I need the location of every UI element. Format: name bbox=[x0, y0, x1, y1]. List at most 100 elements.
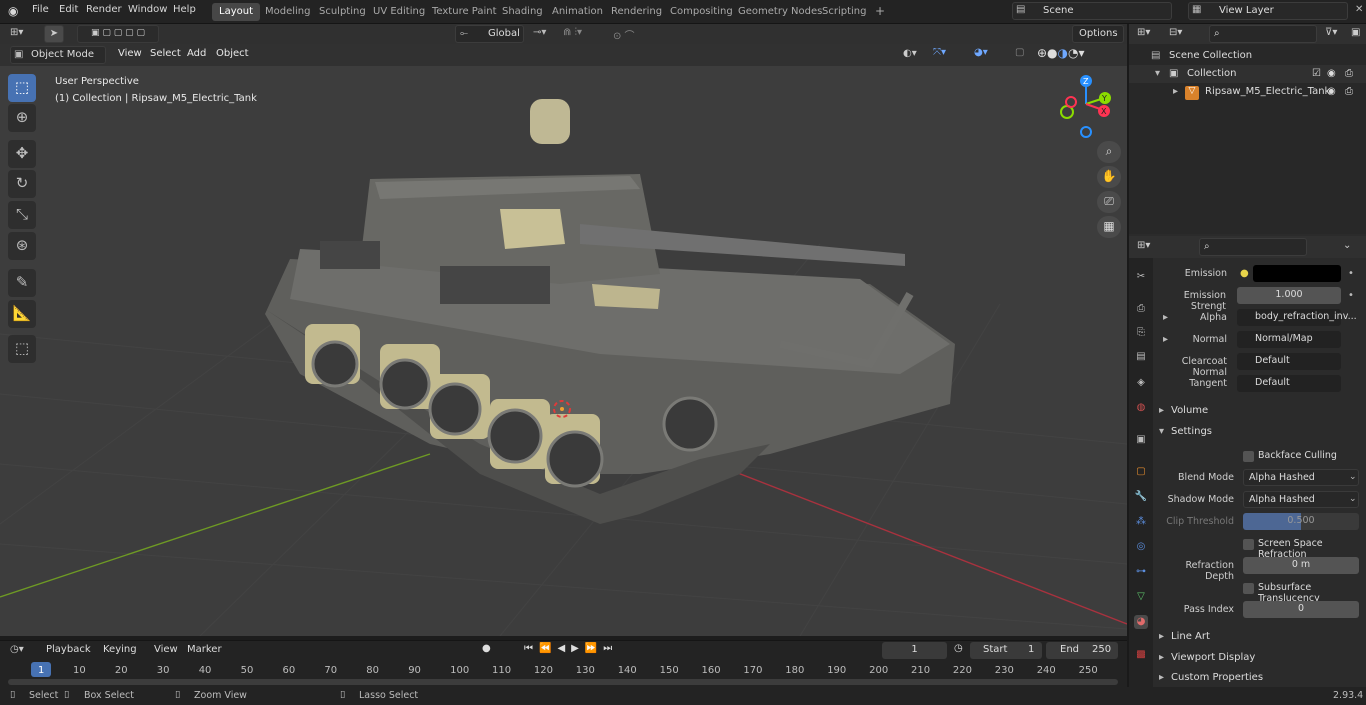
material-tab-icon[interactable]: ◕ bbox=[1134, 615, 1148, 629]
tab-shading[interactable]: Shading bbox=[495, 3, 550, 21]
timeline-scrollbar[interactable] bbox=[8, 679, 1118, 685]
proportional-edit-icon[interactable]: ⊙ ⌒ bbox=[613, 27, 635, 42]
end-frame-field[interactable]: End 250 bbox=[1046, 642, 1118, 659]
tangent-field[interactable]: Default bbox=[1237, 375, 1341, 392]
emission-color-swatch[interactable] bbox=[1253, 265, 1341, 282]
expand-icon[interactable]: ▸ bbox=[1159, 672, 1164, 683]
tab-sculpting[interactable]: Sculpting bbox=[312, 3, 373, 21]
new-collection-icon[interactable]: ▣ bbox=[1351, 27, 1360, 38]
alpha-field[interactable]: body_refraction_inv... bbox=[1237, 309, 1357, 326]
output-tab-icon[interactable]: ⎘ bbox=[1134, 326, 1148, 340]
refraction-depth-field[interactable]: 0 m bbox=[1243, 557, 1359, 574]
menu-file[interactable]: File bbox=[32, 4, 49, 15]
select-tool-icon[interactable]: ➤ bbox=[44, 25, 64, 43]
rotate-tool-icon[interactable]: ↻ bbox=[8, 170, 36, 198]
display-mode-icon[interactable]: ⊟▾ bbox=[1169, 27, 1182, 38]
outliner-row-collection[interactable]: ▾ ▣ Collection ☑ ◉ ⎙ bbox=[1129, 65, 1366, 83]
ssr-checkbox[interactable] bbox=[1243, 539, 1254, 550]
menu-render[interactable]: Render bbox=[86, 4, 122, 15]
render-icon[interactable]: ⎙ bbox=[1345, 68, 1353, 79]
emission-strength-field[interactable]: 1.000 bbox=[1237, 287, 1341, 304]
shading-mode-icons[interactable]: ⊕●◑◔▾ bbox=[1037, 46, 1085, 60]
render-tab-icon[interactable]: ⎙ bbox=[1134, 302, 1148, 316]
outliner-row-scene-collection[interactable]: ▤ Scene Collection bbox=[1129, 47, 1366, 65]
clip-threshold-slider[interactable]: 0.500 bbox=[1243, 513, 1359, 530]
properties-editor-icon[interactable]: ⊞▾ bbox=[1137, 240, 1150, 251]
backface-culling-checkbox[interactable] bbox=[1243, 451, 1254, 462]
navigation-gizmo[interactable]: Z Y X bbox=[1055, 72, 1117, 138]
world-tab-icon[interactable]: ◍ bbox=[1134, 401, 1148, 415]
outliner-editor-icon[interactable]: ⊞▾ bbox=[1137, 27, 1150, 38]
properties-search[interactable]: ⌕ bbox=[1199, 238, 1307, 256]
modifier-tab-icon[interactable]: 🔧 bbox=[1134, 490, 1148, 504]
scale-tool-icon[interactable]: ⤡ bbox=[8, 201, 36, 229]
mode-selector[interactable]: Object Mode bbox=[10, 46, 106, 64]
outliner-search[interactable]: ⌕ bbox=[1209, 25, 1317, 43]
timeline-editor-icon[interactable]: ◷▾ bbox=[10, 644, 24, 655]
selection-mode-buttons[interactable]: ▣ ▢ ▢ ▢ ▢ bbox=[77, 25, 159, 43]
record-icon[interactable]: ● bbox=[482, 643, 491, 654]
filter-icon[interactable]: ⊽▾ bbox=[1325, 27, 1337, 38]
move-tool-icon[interactable]: ✥ bbox=[8, 140, 36, 168]
blender-logo-icon[interactable]: ◉ bbox=[8, 4, 18, 18]
overlay-icon[interactable]: ◕▾ bbox=[974, 47, 988, 58]
3d-viewport[interactable] bbox=[0, 44, 1127, 636]
current-frame-field[interactable]: 1 bbox=[882, 642, 947, 659]
keyframe-dot-icon[interactable]: • bbox=[1348, 290, 1354, 301]
editor-type-icon[interactable]: ⊞▾ bbox=[10, 27, 23, 38]
blend-mode-dropdown[interactable]: Alpha Hashed bbox=[1243, 469, 1359, 486]
menu-help[interactable]: Help bbox=[173, 4, 196, 15]
tab-animation[interactable]: Animation bbox=[545, 3, 610, 21]
tab-uv-editing[interactable]: UV Editing bbox=[366, 3, 432, 21]
tool-tab-icon[interactable]: ✂ bbox=[1134, 270, 1148, 284]
expand-icon[interactable]: ▸ bbox=[1159, 652, 1164, 663]
select-menu[interactable]: Select bbox=[150, 48, 181, 59]
menu-edit[interactable]: Edit bbox=[59, 4, 78, 15]
transform-tool-icon[interactable]: ⊛ bbox=[8, 232, 36, 260]
keyframe-dot-icon[interactable]: • bbox=[1348, 268, 1354, 279]
options-dropdown[interactable]: Options bbox=[1072, 25, 1124, 43]
measure-tool-icon[interactable]: 📐 bbox=[8, 300, 36, 328]
pivot-icon[interactable]: ⊸▾ bbox=[533, 27, 546, 38]
scene-selector[interactable]: Scene bbox=[1012, 2, 1172, 20]
particles-tab-icon[interactable]: ⁂ bbox=[1134, 515, 1148, 529]
visibility-icon[interactable]: ◐▾ bbox=[903, 48, 917, 59]
expand-icon[interactable]: ▸ bbox=[1159, 631, 1164, 642]
tab-texture-paint[interactable]: Texture Paint bbox=[425, 3, 504, 21]
eye-icon[interactable]: ◉ bbox=[1327, 86, 1336, 97]
tab-rendering[interactable]: Rendering bbox=[604, 3, 669, 21]
eye-icon[interactable]: ◉ bbox=[1327, 68, 1336, 79]
options-chevron-icon[interactable]: ⌄ bbox=[1343, 240, 1351, 251]
timeline-view-menu[interactable]: View bbox=[154, 644, 178, 655]
collapse-icon[interactable]: ▾ bbox=[1159, 426, 1164, 437]
zoom-icon[interactable]: ⌕ bbox=[1097, 141, 1121, 163]
data-tab-icon[interactable]: ▽ bbox=[1134, 590, 1148, 604]
start-frame-field[interactable]: Start 1 bbox=[970, 642, 1042, 659]
add-cube-tool-icon[interactable]: ⬚ bbox=[8, 335, 36, 363]
add-workspace-icon[interactable]: + bbox=[868, 1, 892, 19]
volume-section[interactable]: Volume bbox=[1171, 405, 1208, 416]
expand-icon[interactable]: ▾ bbox=[1155, 68, 1160, 79]
viewport-display-section[interactable]: Viewport Display bbox=[1171, 652, 1255, 663]
collection-tab-icon[interactable]: ▣ bbox=[1134, 433, 1148, 447]
keying-menu[interactable]: Keying bbox=[103, 644, 137, 655]
tab-modeling[interactable]: Modeling bbox=[258, 3, 318, 21]
texture-tab-icon[interactable]: ▩ bbox=[1134, 648, 1148, 662]
select-box-tool-icon[interactable]: ⬚ bbox=[8, 74, 36, 102]
gizmo-icon[interactable]: ⤧▾ bbox=[933, 47, 946, 58]
expand-icon[interactable]: ▸ bbox=[1173, 86, 1178, 97]
ortho-grid-icon[interactable]: ▦ bbox=[1097, 216, 1121, 238]
shadow-mode-dropdown[interactable]: Alpha Hashed bbox=[1243, 491, 1359, 508]
pass-index-field[interactable]: 0 bbox=[1243, 601, 1359, 618]
scene-tab-icon[interactable]: ◈ bbox=[1134, 376, 1148, 390]
outliner-row-object[interactable]: ▸ ▽ Ripsaw_M5_Electric_Tank ◉ ⎙ bbox=[1129, 83, 1366, 101]
constraints-tab-icon[interactable]: ⊶ bbox=[1134, 565, 1148, 579]
camera-icon[interactable]: ⎚ bbox=[1097, 191, 1121, 213]
menu-window[interactable]: Window bbox=[128, 4, 167, 15]
add-menu[interactable]: Add bbox=[187, 48, 206, 59]
view-layer-tab-icon[interactable]: ▤ bbox=[1134, 350, 1148, 364]
custom-properties-section[interactable]: Custom Properties bbox=[1171, 672, 1263, 683]
tab-compositing[interactable]: Compositing bbox=[663, 3, 740, 21]
object-tab-icon[interactable]: ▢ bbox=[1134, 465, 1148, 479]
playback-menu[interactable]: Playback bbox=[46, 644, 91, 655]
